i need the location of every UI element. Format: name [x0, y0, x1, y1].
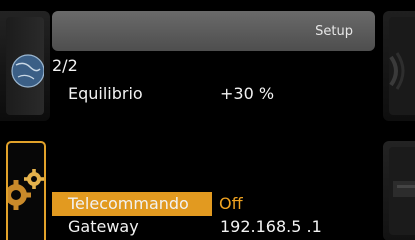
- setting-value-gateway[interactable]: 192.168.5 .1: [220, 217, 322, 236]
- gears-icon: [8, 169, 44, 210]
- nav-tile-audio[interactable]: [383, 11, 415, 121]
- header-title: Setup: [315, 24, 353, 39]
- nav-tile-inner: [389, 147, 415, 235]
- nav-tile-globe[interactable]: [0, 11, 50, 121]
- nav-tile-device[interactable]: [383, 141, 415, 240]
- nav-tile-inner: [6, 17, 44, 115]
- setting-value-equilibrio[interactable]: +30 %: [220, 84, 274, 103]
- nav-tile-inner: [389, 17, 415, 115]
- page-indicator: 2/2: [52, 56, 78, 75]
- header-bar: Setup: [52, 11, 375, 51]
- globe-icon: [11, 54, 44, 88]
- setup-screen: Setup 2/2 Equilibrio +30 % Telecommando …: [0, 0, 415, 240]
- nav-tile-settings-active[interactable]: [6, 141, 46, 240]
- setting-value-telecommando[interactable]: Off: [219, 194, 243, 213]
- speaker-icon: [389, 52, 405, 90]
- device-icon: [393, 181, 415, 197]
- setting-label-telecommando[interactable]: Telecommando: [68, 194, 189, 213]
- setting-label-equilibrio[interactable]: Equilibrio: [68, 84, 143, 103]
- setting-label-gateway[interactable]: Gateway: [68, 217, 139, 236]
